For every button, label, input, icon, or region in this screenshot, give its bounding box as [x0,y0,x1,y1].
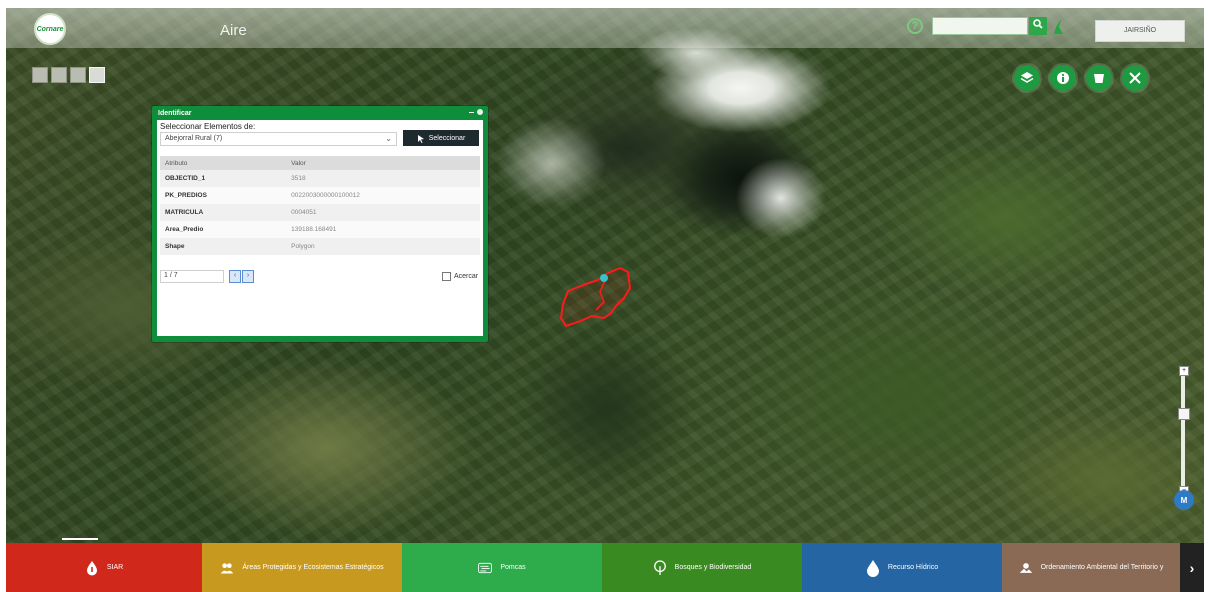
search-button[interactable] [1029,17,1047,35]
search-icon [1033,19,1043,29]
bucket-icon [1094,74,1104,83]
basemap-thumb[interactable] [70,67,86,83]
previous-button[interactable]: ‹ [229,270,241,283]
tools-icon [1129,72,1141,84]
cornare-logo[interactable]: Cornare [34,13,66,45]
parcel-outline[interactable] [558,266,638,336]
checkbox[interactable] [442,272,451,281]
basemap-switcher [32,67,105,83]
zoom-to-label: Acercar [454,273,479,280]
bucket-button[interactable] [1086,65,1112,91]
basemap-thumb[interactable] [51,67,67,83]
attribute-value: 3518 [291,175,306,182]
table-row: MATRICULA 0004051 [160,204,480,221]
minimize-icon[interactable] [469,112,474,113]
identify-dialog: Identificar Seleccionar Elementos de: Ab… [152,106,488,342]
info-button[interactable] [1050,65,1076,91]
nav-item-label: Bosques y Biodiversidad [674,564,752,571]
dialog-body: Seleccionar Elementos de: Abejorral Rura… [157,120,483,336]
nav-item-label: Recurso Hídrico [887,564,939,571]
attribute-value: Polygon [291,243,315,250]
select-button-label: Seleccionar [428,134,466,142]
water-drop-icon [866,559,880,577]
attribute-value: 0022003000000100012 [291,192,360,199]
nav-item-label: SIAR [106,564,124,571]
logo-text: Cornare [36,25,64,33]
top-bar: Cornare Aire ? JAIRSIÑO [6,8,1204,48]
table-row: OBJECTID_1 3518 [160,170,480,187]
satellite-map[interactable]: Cornare Aire ? JAIRSIÑO + M Identificar … [6,8,1204,543]
column-header: Valor [291,159,306,167]
map-toolbar [1014,65,1148,91]
clear-broom-icon[interactable] [1052,18,1064,36]
info-icon [1057,72,1069,84]
select-label: Seleccionar Elementos de: [160,122,256,131]
nav-item-label: Ordenamiento Ambiental del Territorio y [1040,564,1164,571]
layers-button[interactable] [1014,65,1040,91]
attribute-value: 0004051 [291,209,317,216]
attribute-name: Shape [165,243,185,250]
user-button[interactable]: JAIRSIÑO [1095,20,1185,42]
attribute-name: PK_PREDIOS [165,192,207,199]
layer-select[interactable]: Abejorral Rural (7) ⌄ [160,132,397,146]
table-row: Area_Predio 139188.168491 [160,221,480,238]
pointer-icon [417,134,424,143]
app-window: Cornare Aire ? JAIRSIÑO + M Identificar … [6,8,1204,592]
nav-item-pomcas[interactable]: Pomcas [402,543,602,592]
search-input[interactable] [932,17,1028,35]
attribute-table: Atributo Valor OBJECTID_1 3518 PK_PREDIO… [160,156,480,255]
page-title: Aire [220,22,247,39]
nav-item-ordenamiento[interactable]: Ordenamiento Ambiental del Territorio y [1002,543,1180,592]
people-leaf-icon [220,561,234,575]
tree-icon [653,559,667,575]
column-header: Atributo [165,159,188,167]
chevron-down-icon: ⌄ [385,134,392,143]
river-basin-icon [478,561,493,575]
basemap-thumb[interactable] [32,67,48,83]
next-arrow-button[interactable]: › [1180,543,1204,592]
map-watermark-icon[interactable]: M [1174,490,1194,510]
nav-item-label: Áreas Protegidas y Ecosistemas Estratégi… [242,564,384,571]
landscape-icon [1019,561,1033,575]
location-marker-icon[interactable] [600,274,608,282]
tools-button[interactable] [1122,65,1148,91]
bottom-nav: SIAR Áreas Protegidas y Ecosistemas Estr… [6,543,1204,592]
pager-input[interactable]: 1 / 7 [160,270,224,283]
nav-item-siar[interactable]: SIAR [6,543,202,592]
zoom-slider[interactable]: + − [1176,366,1190,496]
layer-select-value: Abejorral Rural (7) [165,135,223,142]
zoom-handle[interactable] [1178,408,1190,420]
attribute-name: Area_Predio [165,226,204,233]
next-button[interactable]: › [242,270,254,283]
close-icon[interactable] [477,109,483,115]
table-row: Shape Polygon [160,238,480,255]
nav-item-bosques[interactable]: Bosques y Biodiversidad [602,543,802,592]
nav-item-areas-protegidas[interactable]: Áreas Protegidas y Ecosistemas Estratégi… [202,543,402,592]
help-icon[interactable]: ? [907,18,923,34]
table-header: Atributo Valor [160,156,480,170]
zoom-track [1181,374,1185,486]
attribute-name: MATRICULA [165,209,204,216]
layers-icon [1020,72,1034,83]
table-row: PK_PREDIOS 0022003000000100012 [160,187,480,204]
attribute-name: OBJECTID_1 [165,175,206,182]
info-drop-icon [85,560,99,575]
table-body: OBJECTID_1 3518 PK_PREDIOS 0022003000000… [160,170,480,255]
select-button[interactable]: Seleccionar [403,130,479,146]
basemap-thumb-active[interactable] [89,67,105,83]
zoom-in-button[interactable]: + [1179,366,1189,376]
zoom-to-checkbox[interactable]: Acercar [442,272,478,281]
nav-item-label: Pomcas [500,564,526,571]
attribute-value: 139188.168491 [291,226,337,233]
dialog-title: Identificar [158,110,192,117]
nav-item-recurso-hidrico[interactable]: Recurso Hídrico [802,543,1002,592]
